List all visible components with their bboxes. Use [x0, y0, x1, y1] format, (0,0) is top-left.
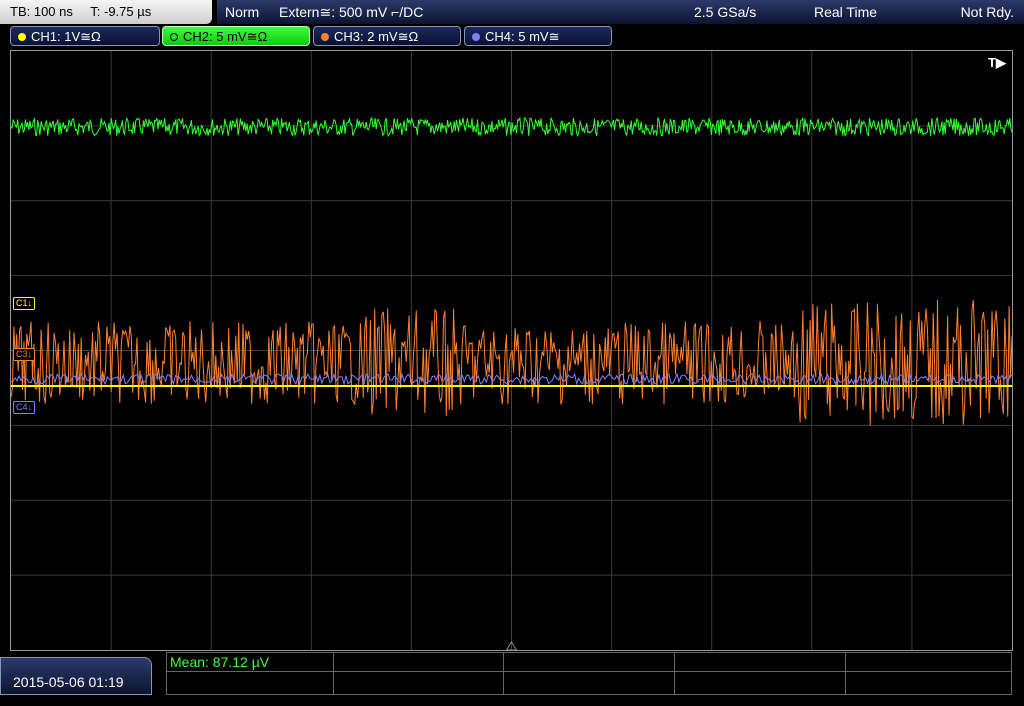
channel-tabs: CH1: 1V≅Ω CH2: 5 mV≅Ω CH3: 2 mV≅Ω CH4: 5…: [0, 26, 1024, 48]
trigger-mode[interactable]: Norm: [225, 0, 259, 24]
sample-rate: 2.5 GSa/s: [694, 4, 757, 20]
trigger-marker-icon: T▶: [988, 55, 1006, 70]
measurement-cell[interactable]: [166, 671, 334, 695]
top-bar: TB: 100 ns T: -9.75 µs Norm Extern≅: 500…: [0, 0, 1024, 24]
measurement-cell[interactable]: [333, 671, 504, 695]
timebase-panel[interactable]: TB: 100 ns T: -9.75 µs: [0, 0, 212, 24]
ch1-dot-icon: [18, 33, 26, 41]
measurement-cell[interactable]: [845, 671, 1012, 695]
ch1-ref-marker[interactable]: C1↓: [13, 297, 36, 310]
waveform-canvas: [11, 51, 1012, 650]
ch2-label: CH2: 5 mV≅Ω: [183, 29, 268, 44]
channel-tab-ch4[interactable]: CH4: 5 mV≅: [464, 26, 612, 46]
trigger-source[interactable]: Extern≅: 500 mV ⌐/DC: [279, 0, 423, 24]
channel-tab-ch2[interactable]: CH2: 5 mV≅Ω: [162, 26, 310, 46]
ch3-label: CH3: 2 mV≅Ω: [334, 29, 419, 44]
ch2-dot-icon: [170, 33, 178, 41]
measurement-table[interactable]: Mean: 87.12 µV: [166, 652, 1012, 695]
measurement-cell[interactable]: [503, 671, 675, 695]
measurement-cell[interactable]: [674, 652, 846, 672]
trigger-time-label: T: -9.75 µs: [90, 4, 152, 19]
mean-value: Mean: 87.12 µV: [170, 654, 270, 670]
channel-tab-ch1[interactable]: CH1: 1V≅Ω: [10, 26, 160, 46]
channel-tab-ch3[interactable]: CH3: 2 mV≅Ω: [313, 26, 461, 46]
ch1-label: CH1: 1V≅Ω: [31, 29, 101, 44]
measurement-cell[interactable]: [845, 652, 1012, 672]
ch3-ref-marker[interactable]: C3↓: [13, 348, 36, 361]
measurement-cell[interactable]: [333, 652, 504, 672]
status-bar[interactable]: Norm Extern≅: 500 mV ⌐/DC 2.5 GSa/s Real…: [217, 0, 1024, 24]
timebase-label: TB: 100 ns: [10, 4, 73, 19]
ch4-dot-icon: [472, 33, 480, 41]
datetime-label: 2015-05-06 01:19: [13, 674, 124, 690]
ch4-label: CH4: 5 mV≅: [485, 29, 560, 44]
ch4-ref-marker[interactable]: C4↓: [13, 401, 36, 414]
acquisition-mode: Real Time: [814, 4, 878, 20]
measurement-cell[interactable]: [674, 671, 846, 695]
ch3-dot-icon: [321, 33, 329, 41]
measurement-cell[interactable]: [503, 652, 675, 672]
waveform-display[interactable]: T▶ C1↓ C3↓ C4↓: [10, 50, 1013, 651]
datetime-panel: 2015-05-06 01:19: [0, 657, 152, 695]
run-state: Not Rdy.: [960, 4, 1014, 20]
measurement-cell-mean[interactable]: Mean: 87.12 µV: [166, 652, 334, 672]
